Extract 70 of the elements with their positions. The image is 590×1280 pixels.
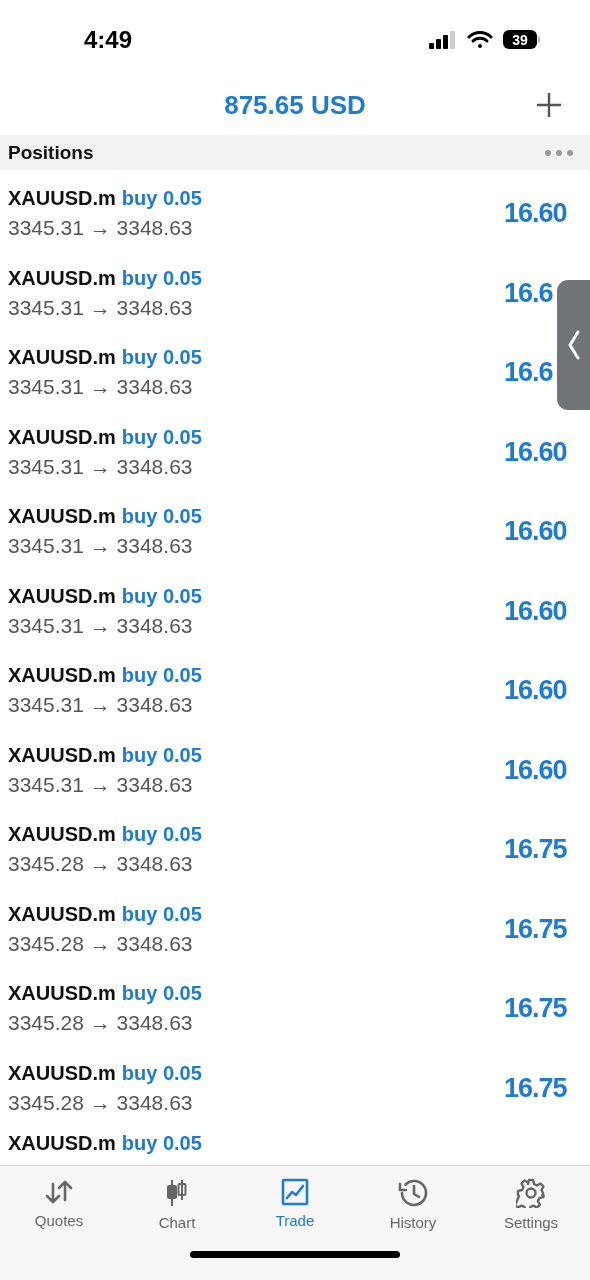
signal-icon [429, 30, 457, 49]
profit-value: 16.60 [504, 436, 567, 468]
price-range: 3345.31 → 3348.63 [8, 772, 194, 797]
symbol-name[interactable]: XAUUSD.m [8, 266, 116, 290]
symbol-name[interactable]: XAUUSD.m [8, 664, 116, 688]
symbol-name[interactable]: XAUUSD.m [8, 187, 116, 211]
order-type: buy 0.05 [121, 505, 202, 529]
price-range: 3345.31 → 3348.63 [8, 454, 194, 479]
symbol-name[interactable]: XAUUSD.m [8, 902, 116, 926]
profit-value: 16.60 [504, 595, 567, 627]
order-type: buy 0.05 [121, 425, 202, 449]
symbol-name[interactable]: XAUUSD.m [8, 505, 116, 529]
battery-indicator: 39 [503, 30, 540, 49]
order-type: buy 0.05 [121, 346, 202, 370]
price-range: 3345.31 → 3348.63 [8, 295, 194, 320]
tab[interactable]: Chart [118, 1174, 236, 1235]
plus-icon[interactable] [536, 92, 562, 118]
chevron-left-icon [567, 330, 580, 360]
symbol-name[interactable]: XAUUSD.m [8, 1061, 116, 1085]
order-type: buy 0.05 [121, 902, 202, 926]
symbol-name[interactable]: XAUUSD.m [8, 1132, 116, 1155]
symbol-name[interactable]: XAUUSD.m [8, 743, 116, 767]
price-range: 3345.31 → 3348.63 [8, 375, 194, 400]
order-type: buy 0.05 [121, 1132, 202, 1155]
settings-icon [516, 1178, 546, 1208]
order-type: buy 0.05 [121, 982, 202, 1006]
tab[interactable]: Quotes [0, 1174, 118, 1235]
tab[interactable]: Trade [236, 1174, 354, 1235]
history-clock-icon [397, 1178, 429, 1208]
profit-value: 16.6 [504, 357, 553, 389]
price-range: 3345.28 → 3348.63 [8, 1090, 194, 1115]
symbol-name[interactable]: XAUUSD.m [8, 346, 116, 370]
profit-value: 16.60 [504, 516, 567, 548]
order-type: buy 0.05 [121, 664, 202, 688]
balance-amount: 875.65 USD [224, 89, 366, 121]
profit-value: 16.60 [504, 675, 567, 707]
order-type: buy 0.05 [121, 743, 202, 767]
swap-arrows-icon [44, 1178, 74, 1206]
symbol-name[interactable]: XAUUSD.m [8, 982, 116, 1006]
order-type: buy 0.05 [121, 187, 202, 211]
side-handle[interactable] [557, 280, 590, 410]
price-range: 3345.28 → 3348.63 [8, 931, 194, 956]
order-type: buy 0.05 [121, 584, 202, 608]
price-range: 3345.31 → 3348.63 [8, 216, 194, 241]
order-type: buy 0.05 [121, 1061, 202, 1085]
profit-value: 16.75 [504, 993, 567, 1025]
tab[interactable]: History [354, 1174, 472, 1235]
profit-value: 16.60 [504, 754, 567, 786]
price-range: 3345.31 → 3348.63 [8, 613, 194, 638]
symbol-name[interactable]: XAUUSD.m [8, 584, 116, 608]
symbol-name[interactable]: XAUUSD.m [8, 425, 116, 449]
line-chart-icon [281, 1178, 309, 1206]
profit-value: 16.75 [504, 834, 567, 866]
profit-value: 16.6 [504, 277, 553, 309]
price-range: 3345.31 → 3348.63 [8, 534, 194, 559]
clock-time: 4:49 [84, 24, 134, 54]
price-range: 3345.28 → 3348.63 [8, 1011, 194, 1036]
tab[interactable]: Settings [472, 1174, 590, 1235]
order-type: buy 0.05 [121, 266, 202, 290]
section-title: Positions [8, 141, 95, 164]
profit-value: 16.75 [504, 1072, 567, 1104]
candlestick-icon [164, 1178, 190, 1208]
more-icon[interactable] [544, 148, 574, 157]
order-type: buy 0.05 [121, 823, 202, 847]
profit-value: 16.60 [504, 198, 567, 230]
wifi-icon [467, 30, 493, 49]
symbol-name[interactable]: XAUUSD.m [8, 823, 116, 847]
price-range: 3345.28 → 3348.63 [8, 852, 194, 877]
profit-value: 16.75 [504, 913, 567, 945]
price-range: 3345.31 → 3348.63 [8, 693, 194, 718]
